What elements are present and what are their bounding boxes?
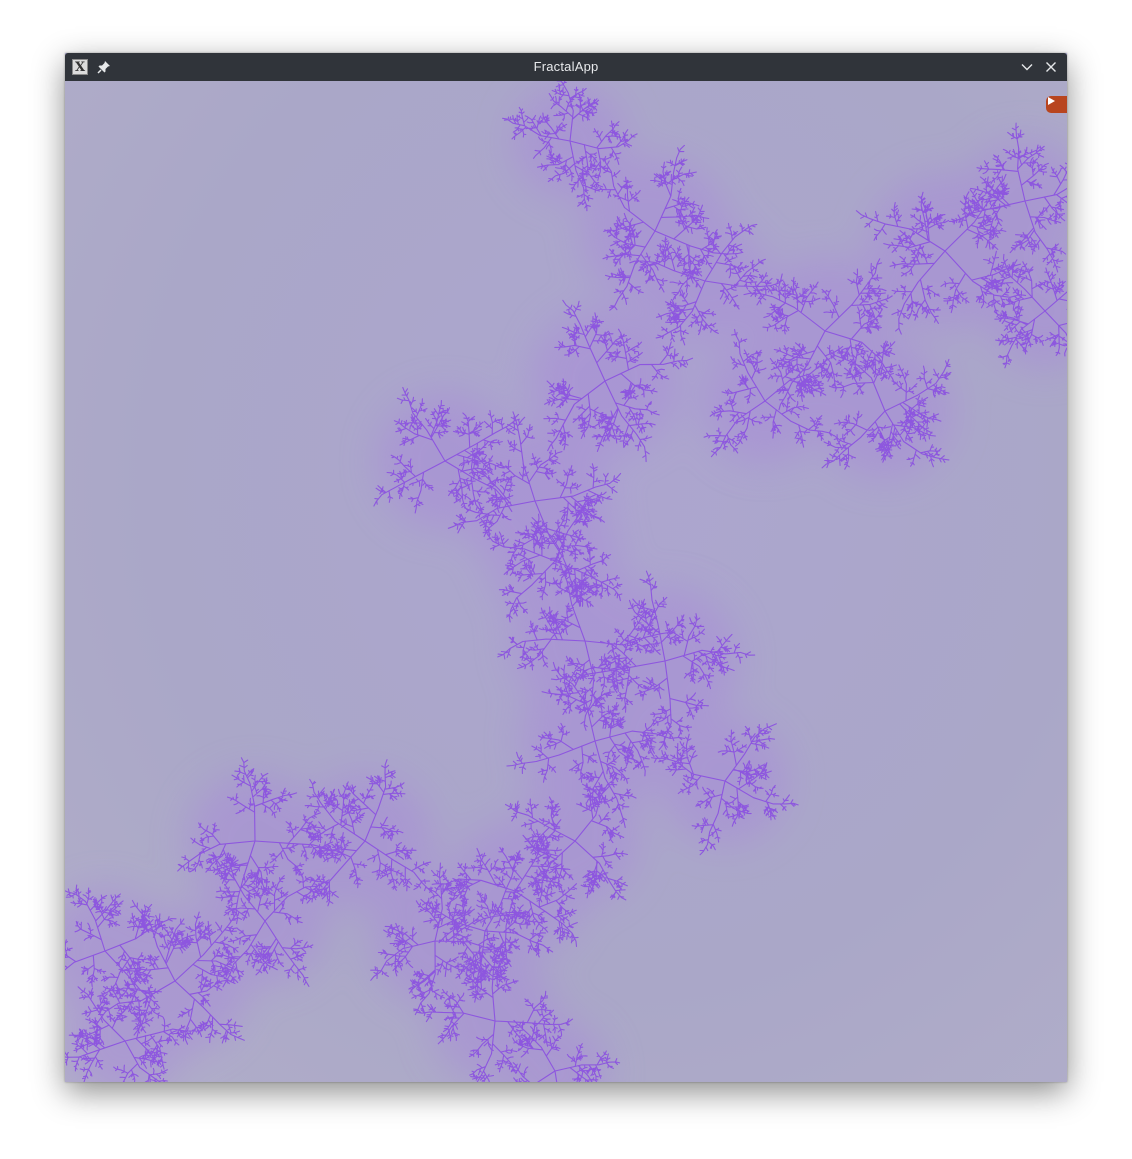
play-icon[interactable] — [1046, 96, 1067, 113]
title-bar[interactable]: X FractalApp — [65, 53, 1067, 81]
chevron-down-icon[interactable] — [1019, 59, 1035, 75]
app-window: X FractalApp — [65, 53, 1067, 1082]
window-title: FractalApp — [533, 59, 599, 74]
close-icon[interactable] — [1043, 59, 1059, 75]
fractal-canvas[interactable] — [65, 81, 1067, 1082]
julia-set-fractal — [65, 81, 1067, 1082]
